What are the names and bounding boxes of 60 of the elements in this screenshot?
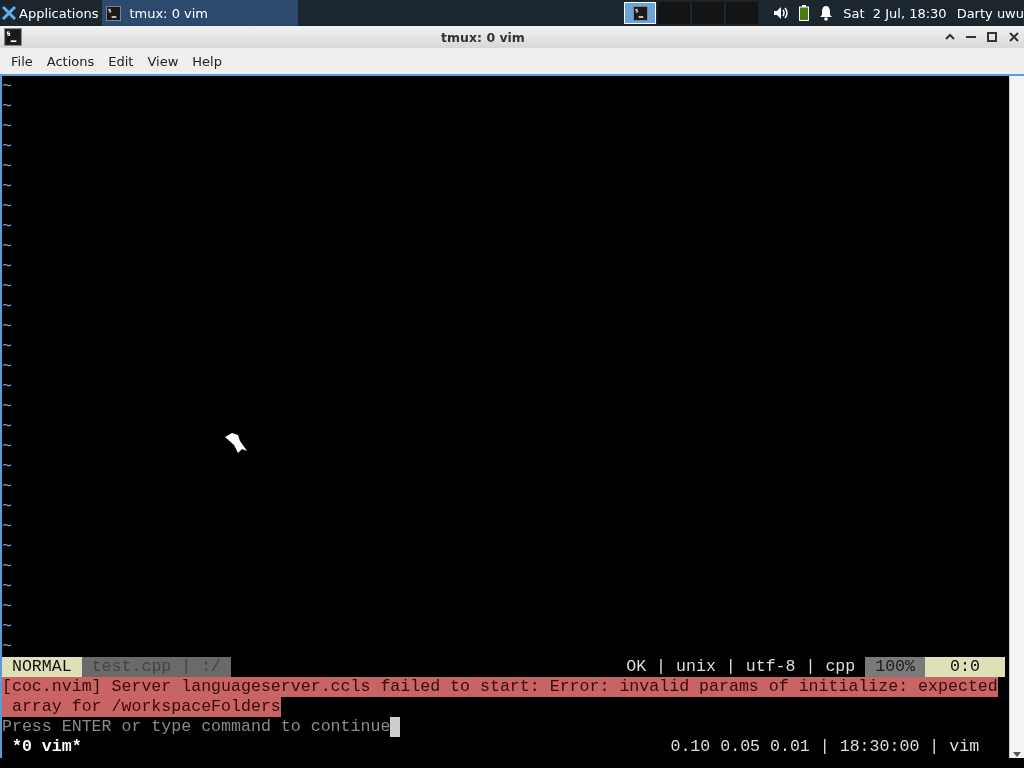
tilde-marker: ~ bbox=[2, 537, 12, 557]
cursor-position: 0:0 bbox=[925, 657, 1005, 677]
menu-item[interactable]: Actions bbox=[39, 53, 102, 69]
taskbar-task[interactable]: tmux: 0 vim bbox=[102, 0, 299, 26]
tilde-marker: ~ bbox=[2, 517, 12, 537]
tilde-marker: ~ bbox=[2, 557, 12, 577]
tilde-marker: ~ bbox=[2, 237, 12, 257]
tilde-marker: ~ bbox=[2, 197, 12, 217]
tilde-marker: ~ bbox=[2, 157, 12, 177]
close-icon bbox=[1008, 31, 1020, 43]
tilde-marker: ~ bbox=[2, 377, 12, 397]
tilde-marker: ~ bbox=[2, 397, 12, 417]
terminal-icon[interactable] bbox=[632, 5, 648, 21]
user-name[interactable]: Darty uwu bbox=[956, 5, 1024, 21]
error-message: array for /workspaceFolders bbox=[2, 697, 281, 717]
tilde-marker: ~ bbox=[2, 417, 12, 437]
volume-icon bbox=[773, 6, 790, 20]
file-format-info: OK | unix | utf-8 | cpp bbox=[626, 657, 857, 677]
tilde-marker: ~ bbox=[2, 337, 12, 357]
tilde-marker: ~ bbox=[2, 497, 12, 517]
x-logo-icon bbox=[2, 6, 16, 20]
tilde-marker: ~ bbox=[2, 297, 12, 317]
tilde-marker: ~ bbox=[2, 317, 12, 337]
menu-item[interactable]: Edit bbox=[101, 53, 141, 69]
bell-icon bbox=[819, 5, 834, 21]
error-message: [coc.nvim] Server languageserver.ccls failed to start: Error: invalid params of initialize: expected bbox=[2, 677, 998, 697]
tilde-marker: ~ bbox=[2, 597, 12, 617]
tilde-marker: ~ bbox=[2, 617, 12, 637]
tilde-marker: ~ bbox=[2, 137, 12, 157]
tilde-marker: ~ bbox=[2, 277, 12, 297]
clock[interactable]: Sat 2 Jul, 18:30 bbox=[843, 5, 947, 21]
tilde-marker: ~ bbox=[2, 357, 12, 377]
scroll-down-icon[interactable] bbox=[1013, 752, 1021, 758]
menu-item[interactable]: View bbox=[140, 53, 186, 69]
tilde-marker: ~ bbox=[2, 577, 12, 597]
tilde-marker: ~ bbox=[2, 637, 12, 657]
tilde-marker: ~ bbox=[2, 217, 12, 237]
tmux-status: 0.10 0.05 0.01 | 18:30:00 | vim bbox=[670, 737, 981, 757]
menu-item[interactable]: File bbox=[4, 53, 40, 69]
terminal-icon[interactable] bbox=[4, 28, 22, 46]
battery-icon bbox=[799, 5, 810, 21]
applications-menu[interactable]: Applications bbox=[0, 0, 103, 26]
minimize-icon bbox=[966, 36, 976, 38]
tilde-marker: ~ bbox=[2, 117, 12, 137]
mode-indicator: NORMAL bbox=[2, 657, 82, 677]
tilde-marker: ~ bbox=[2, 77, 12, 97]
tilde-marker: ~ bbox=[2, 457, 12, 477]
menu-item[interactable]: Help bbox=[185, 53, 229, 69]
tilde-marker: ~ bbox=[2, 257, 12, 277]
tilde-marker: ~ bbox=[2, 177, 12, 197]
tilde-marker: ~ bbox=[2, 97, 12, 117]
tilde-marker: ~ bbox=[2, 477, 12, 497]
continue-prompt: Press ENTER or type command to continue bbox=[2, 717, 391, 737]
text-cursor bbox=[390, 717, 401, 737]
tmux-window-tab[interactable]: *0 vim* bbox=[2, 737, 82, 757]
maximize-icon bbox=[986, 31, 998, 43]
percent-indicator: 100% bbox=[865, 657, 925, 677]
tilde-marker: ~ bbox=[2, 437, 12, 457]
window-title: tmux: 0 vim bbox=[440, 29, 526, 45]
terminal-icon[interactable] bbox=[106, 5, 122, 21]
